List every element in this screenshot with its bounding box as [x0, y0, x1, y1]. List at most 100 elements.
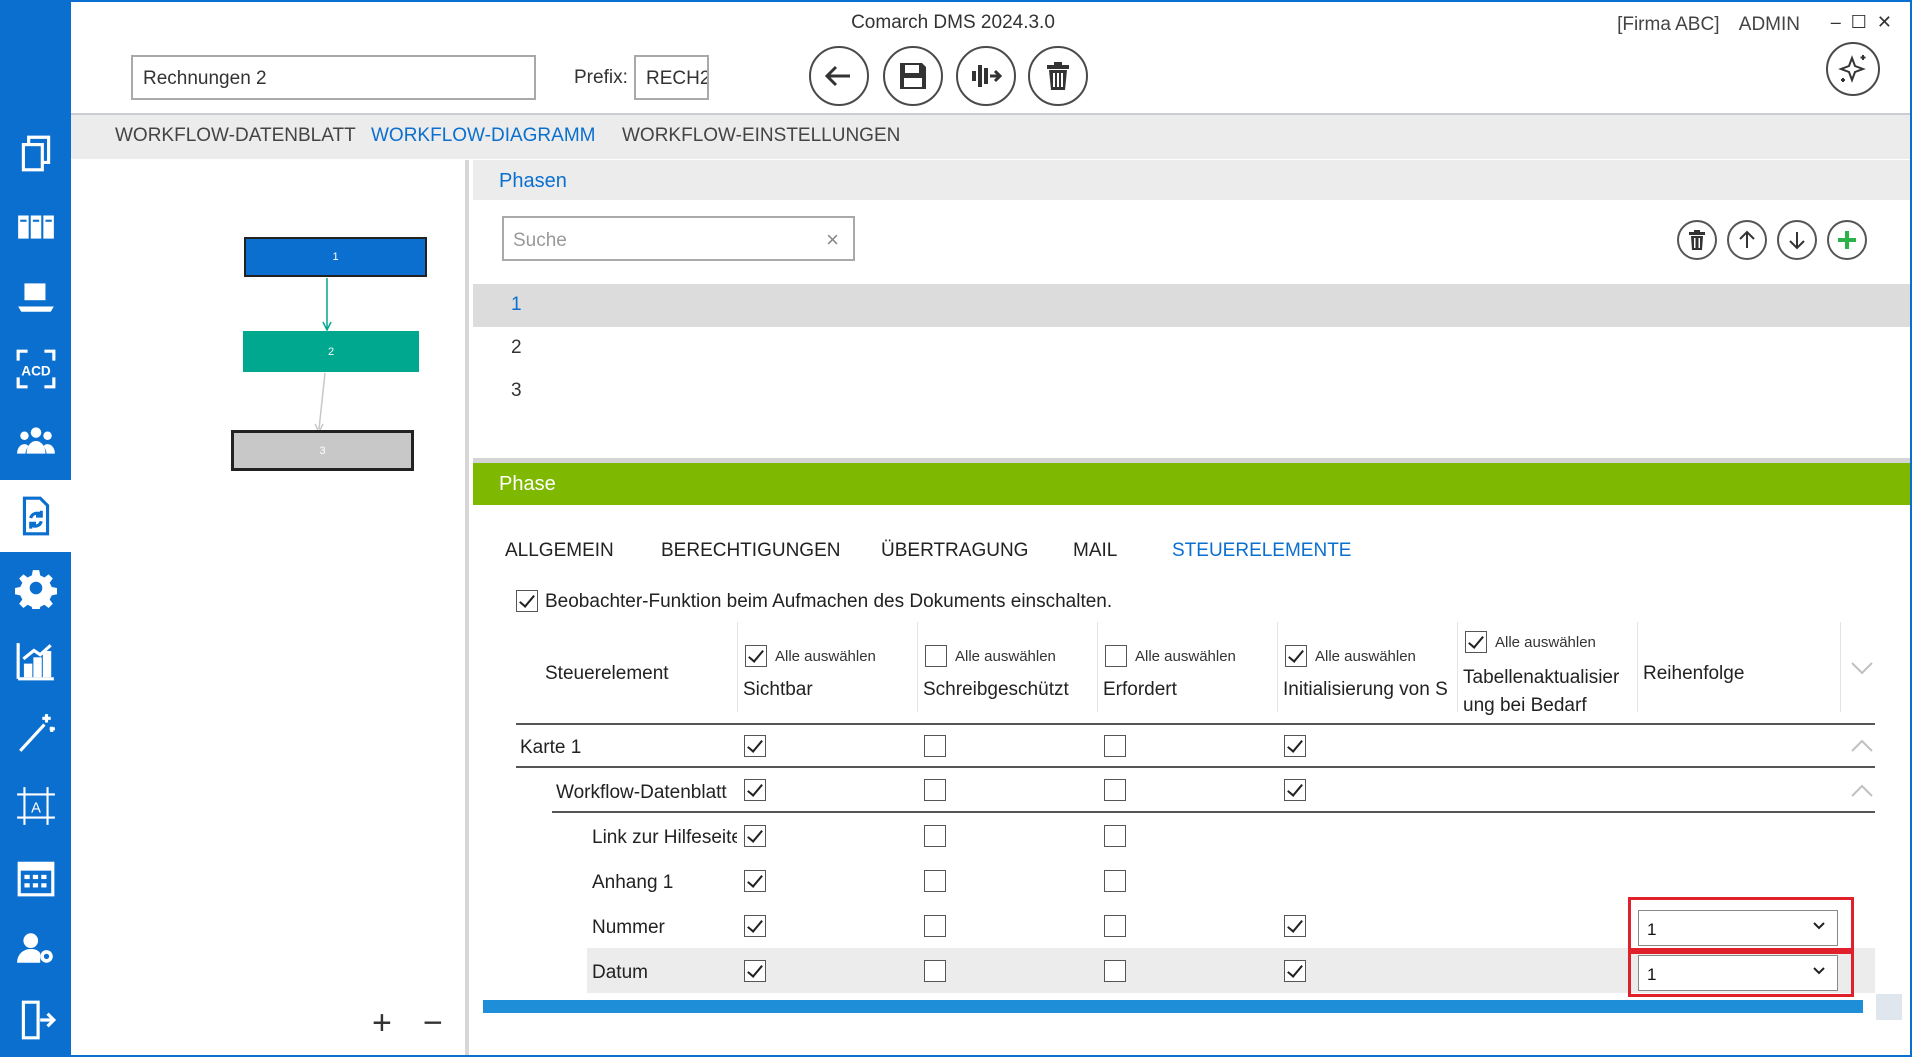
select-all-initialisierung-checkbox[interactable]: [1285, 645, 1307, 667]
window-controls: –☐✕: [1831, 12, 1902, 33]
magic-wand-icon[interactable]: [0, 697, 71, 769]
phase-list-label: 1: [511, 294, 522, 315]
publish-button[interactable]: [956, 46, 1016, 106]
phasen-title: Phasen: [499, 170, 567, 192]
workflow-icon[interactable]: [0, 480, 71, 552]
back-button[interactable]: [809, 46, 869, 106]
row-name-workflow-datenblatt: Workflow-Datenblatt: [556, 782, 727, 803]
arrow-down-icon: [1789, 232, 1805, 250]
select-all-schreibgeschuetzt-checkbox[interactable]: [925, 645, 947, 667]
zoom-in-button[interactable]: +: [372, 1006, 392, 1040]
laptop-icon[interactable]: [0, 260, 71, 332]
sidebar: ACD A: [0, 0, 71, 1057]
row-initialisierung-checkbox[interactable]: [1284, 735, 1306, 757]
minimize-button[interactable]: –: [1831, 12, 1851, 32]
delete-button[interactable]: [1028, 46, 1088, 106]
row-erfordert-checkbox[interactable]: [1104, 825, 1126, 847]
horizontal-scrollbar[interactable]: [483, 1000, 1863, 1013]
move-phase-down-button[interactable]: [1777, 220, 1817, 260]
svg-text:ACD: ACD: [21, 363, 51, 378]
move-phase-up-button[interactable]: [1727, 220, 1767, 260]
row-schreibgeschuetzt-checkbox[interactable]: [924, 960, 946, 982]
highlight-box: [1628, 951, 1854, 997]
row-sichtbar-checkbox[interactable]: [744, 735, 766, 757]
select-all-erfordert-checkbox[interactable]: [1105, 645, 1127, 667]
template-designer-icon[interactable]: A: [0, 770, 71, 842]
calendar-icon[interactable]: [0, 842, 71, 914]
close-button[interactable]: ✕: [1877, 12, 1902, 32]
row-name-datum: Datum: [592, 962, 648, 983]
column-header-sichtbar: Sichtbar: [743, 679, 813, 700]
row-divider: [516, 766, 1875, 768]
select-all-sichtbar-checkbox[interactable]: [745, 645, 767, 667]
user-label[interactable]: ADMIN: [1739, 14, 1800, 35]
select-all-label: Alle auswählen: [775, 648, 876, 665]
row-sichtbar-checkbox[interactable]: [744, 870, 766, 892]
documents-icon[interactable]: [0, 117, 71, 189]
row-initialisierung-checkbox[interactable]: [1284, 915, 1306, 937]
prefix-input[interactable]: RECH2: [634, 55, 709, 100]
tab-workflow-einstellungen[interactable]: WORKFLOW-EINSTELLUNGEN: [622, 125, 900, 147]
save-icon: [900, 63, 926, 89]
row-erfordert-checkbox[interactable]: [1104, 779, 1126, 801]
subtab-mail[interactable]: MAIL: [1073, 540, 1117, 562]
observer-checkbox[interactable]: [516, 590, 538, 612]
row-erfordert-checkbox[interactable]: [1104, 870, 1126, 892]
row-sichtbar-checkbox[interactable]: [744, 825, 766, 847]
add-phase-button[interactable]: [1827, 220, 1867, 260]
row-erfordert-checkbox[interactable]: [1104, 960, 1126, 982]
reports-icon[interactable]: [0, 625, 71, 697]
row-initialisierung-checkbox[interactable]: [1284, 779, 1306, 801]
select-all-label: Alle auswählen: [1135, 648, 1236, 665]
row-schreibgeschuetzt-checkbox[interactable]: [924, 870, 946, 892]
settings-icon[interactable]: [0, 552, 71, 624]
row-schreibgeschuetzt-checkbox[interactable]: [924, 915, 946, 937]
user-settings-icon[interactable]: [0, 912, 71, 984]
row-sichtbar-checkbox[interactable]: [744, 915, 766, 937]
collapse-row-icon[interactable]: [1850, 738, 1874, 759]
logout-icon[interactable]: [0, 984, 71, 1056]
column-header-schreibgeschuetzt: Schreibgeschützt: [923, 679, 1069, 700]
row-erfordert-checkbox[interactable]: [1104, 735, 1126, 757]
diagram-connectors: [314, 278, 332, 434]
users-icon[interactable]: [0, 405, 71, 477]
column-separator: [1277, 622, 1278, 712]
row-divider: [552, 811, 1875, 813]
workflow-name-input[interactable]: Rechnungen 2: [131, 55, 536, 100]
tab-workflow-datenblatt[interactable]: WORKFLOW-DATENBLATT: [115, 125, 356, 147]
row-erfordert-checkbox[interactable]: [1104, 915, 1126, 937]
subtab-berechtigungen[interactable]: BERECHTIGUNGEN: [661, 540, 840, 562]
phase-list-label: 3: [511, 380, 522, 401]
row-schreibgeschuetzt-checkbox[interactable]: [924, 735, 946, 757]
main-tabs: WORKFLOW-DATENBLATT WORKFLOW-DIAGRAMM WO…: [71, 113, 1910, 159]
prefix-label: Prefix:: [574, 67, 628, 88]
zoom-out-button[interactable]: −: [423, 1006, 443, 1040]
row-schreibgeschuetzt-checkbox[interactable]: [924, 779, 946, 801]
diagram-node-3[interactable]: 3: [231, 430, 414, 471]
column-separator: [1637, 622, 1638, 712]
collapse-all-icon[interactable]: [1850, 660, 1874, 681]
row-initialisierung-checkbox[interactable]: [1284, 960, 1306, 982]
row-schreibgeschuetzt-checkbox[interactable]: [924, 825, 946, 847]
delete-phase-button[interactable]: [1677, 220, 1717, 260]
subtab-allgemein[interactable]: ALLGEMEIN: [505, 540, 614, 562]
maximize-button[interactable]: ☐: [1851, 12, 1877, 32]
row-sichtbar-checkbox[interactable]: [744, 960, 766, 982]
save-button[interactable]: [883, 46, 943, 106]
row-sichtbar-checkbox[interactable]: [744, 779, 766, 801]
tab-workflow-diagramm[interactable]: WORKFLOW-DIAGRAMM: [371, 125, 595, 147]
clear-search-icon[interactable]: ×: [826, 227, 839, 253]
phase-list-item[interactable]: 3: [473, 370, 1910, 413]
binders-icon[interactable]: [0, 190, 71, 262]
subtab-uebertragung[interactable]: ÜBERTRAGUNG: [881, 540, 1028, 562]
collapse-row-icon[interactable]: [1850, 783, 1874, 804]
diagram-node-2[interactable]: 2: [243, 331, 419, 372]
phase-list-item[interactable]: 1: [473, 284, 1910, 327]
subtab-steuerelemente[interactable]: STEUERELEMENTE: [1172, 540, 1351, 562]
select-all-tabellenaktualisierung-checkbox[interactable]: [1465, 631, 1487, 653]
search-input[interactable]: Suche ×: [502, 216, 855, 261]
phase-list-item[interactable]: 2: [473, 327, 1910, 370]
assistant-button[interactable]: [1826, 42, 1880, 96]
ocr-icon[interactable]: ACD: [0, 333, 71, 405]
diagram-node-1[interactable]: 1: [244, 237, 427, 277]
